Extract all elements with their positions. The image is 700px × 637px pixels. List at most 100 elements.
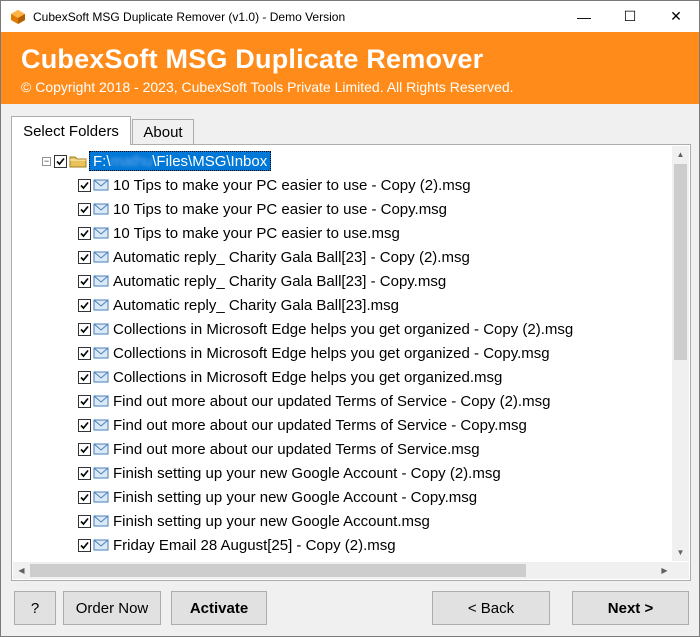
activate-button[interactable]: Activate: [171, 591, 267, 625]
scroll-up-icon[interactable]: ▲: [672, 146, 689, 163]
msg-file-item[interactable]: Finish setting up your new Google Accoun…: [78, 462, 501, 484]
collapse-toggle[interactable]: −: [42, 156, 51, 166]
msg-file-item[interactable]: Find out more about our updated Terms of…: [78, 438, 480, 460]
mail-icon: [93, 299, 109, 311]
root-checkbox[interactable]: [54, 154, 67, 168]
mail-icon: [93, 419, 109, 431]
item-label: Find out more about our updated Terms of…: [113, 392, 551, 410]
minimize-button[interactable]: —: [561, 1, 607, 32]
mail-icon: [93, 275, 109, 287]
item-checkbox[interactable]: [78, 394, 91, 408]
msg-file-item[interactable]: 10 Tips to make your PC easier to use.ms…: [78, 222, 400, 244]
mail-icon: [93, 515, 109, 527]
item-checkbox[interactable]: [78, 442, 91, 456]
msg-file-item[interactable]: Finish setting up your new Google Accoun…: [78, 486, 477, 508]
msg-file-item[interactable]: Find out more about our updated Terms of…: [78, 390, 550, 412]
mail-icon: [93, 323, 109, 335]
scroll-down-icon[interactable]: ▼: [672, 544, 689, 561]
item-checkbox[interactable]: [78, 418, 91, 432]
msg-file-item[interactable]: Friday Email 28 August[25] - Copy (2).ms…: [78, 534, 396, 556]
item-checkbox[interactable]: [78, 298, 91, 312]
item-label: Find out more about our updated Terms of…: [113, 416, 527, 434]
window-controls: — ☐ ✕: [561, 1, 699, 32]
item-label: Automatic reply_ Charity Gala Ball[23].m…: [113, 296, 399, 314]
msg-file-item[interactable]: Collections in Microsoft Edge helps you …: [78, 342, 550, 364]
item-checkbox[interactable]: [78, 322, 91, 336]
item-label: Finish setting up your new Google Accoun…: [113, 512, 430, 530]
mail-icon: [93, 395, 109, 407]
item-label: Collections in Microsoft Edge helps you …: [113, 344, 550, 362]
title-bar[interactable]: CubexSoft MSG Duplicate Remover (v1.0) -…: [1, 1, 699, 32]
maximize-button[interactable]: ☐: [607, 1, 653, 32]
item-checkbox[interactable]: [78, 514, 91, 528]
back-button[interactable]: < Back: [432, 591, 550, 625]
mail-icon: [93, 371, 109, 383]
item-checkbox[interactable]: [78, 370, 91, 384]
horizontal-scrollbar[interactable]: ◀ ▶: [13, 562, 673, 579]
mail-icon: [93, 347, 109, 359]
msg-file-item[interactable]: Automatic reply_ Charity Gala Ball[23].m…: [78, 294, 399, 316]
close-button[interactable]: ✕: [653, 1, 699, 32]
copyright-text: © Copyright 2018 - 2023, CubexSoft Tools…: [21, 79, 514, 95]
item-label: 10 Tips to make your PC easier to use - …: [113, 176, 471, 194]
item-label: Finish setting up your new Google Accoun…: [113, 464, 501, 482]
root-drive: F:\: [93, 152, 111, 170]
item-label: Find out more about our updated Terms of…: [113, 440, 480, 458]
scroll-right-icon[interactable]: ▶: [656, 562, 673, 579]
item-label: Finish setting up your new Google Accoun…: [113, 488, 478, 506]
app-window: CubexSoft MSG Duplicate Remover (v1.0) -…: [0, 0, 700, 637]
scrollbar-corner: [672, 562, 689, 579]
msg-file-item[interactable]: Collections in Microsoft Edge helps you …: [78, 366, 502, 388]
mail-icon: [93, 227, 109, 239]
tab-about[interactable]: About: [132, 119, 194, 145]
scroll-left-icon[interactable]: ◀: [13, 562, 30, 579]
vertical-scrollbar[interactable]: ▲ ▼: [672, 146, 689, 561]
item-checkbox[interactable]: [78, 226, 91, 240]
mail-icon: [93, 467, 109, 479]
item-label: 10 Tips to make your PC easier to use - …: [113, 200, 448, 218]
msg-file-item[interactable]: Automatic reply_ Charity Gala Ball[23] -…: [78, 270, 446, 292]
item-label: Collections in Microsoft Edge helps you …: [113, 368, 503, 386]
item-label: 10 Tips to make your PC easier to use.ms…: [113, 224, 400, 242]
item-label: Automatic reply_ Charity Gala Ball[23] -…: [113, 272, 447, 290]
msg-file-item[interactable]: 10 Tips to make your PC easier to use - …: [78, 198, 447, 220]
msg-file-item[interactable]: 10 Tips to make your PC easier to use - …: [78, 174, 471, 196]
root-folder-label[interactable]: F:\ mathu \Files\MSG\Inbox: [89, 151, 272, 171]
vertical-scroll-thumb[interactable]: [674, 164, 687, 360]
tab-select-folders[interactable]: Select Folders: [11, 116, 131, 145]
mail-icon: [93, 539, 109, 551]
mail-icon: [93, 443, 109, 455]
mail-icon: [93, 251, 109, 263]
window-title: CubexSoft MSG Duplicate Remover (v1.0) -…: [33, 9, 346, 24]
order-now-button[interactable]: Order Now: [63, 591, 161, 625]
mail-icon: [93, 179, 109, 191]
item-checkbox[interactable]: [78, 178, 91, 192]
msg-file-item[interactable]: Automatic reply_ Charity Gala Ball[23] -…: [78, 246, 470, 268]
folder-tree[interactable]: − F:\ mathu \Files\MSG\Inbox 10 Tips to ma…: [16, 147, 668, 557]
item-checkbox[interactable]: [78, 346, 91, 360]
mail-icon: [93, 491, 109, 503]
root-path: \Files\MSG\Inbox: [152, 152, 268, 170]
item-label: Automatic reply_ Charity Gala Ball[23] -…: [113, 248, 470, 266]
msg-file-item[interactable]: Collections in Microsoft Edge helps you …: [78, 318, 573, 340]
select-folders-panel: − F:\ mathu \Files\MSG\Inbox 10 Tips to ma…: [11, 144, 691, 581]
app-logo-icon: [11, 9, 25, 24]
item-label: Collections in Microsoft Edge helps you …: [113, 320, 574, 338]
item-checkbox[interactable]: [78, 490, 91, 504]
root-hidden-segment: mathu: [110, 152, 153, 170]
item-label: Friday Email 28 August[25] - Copy (2).ms…: [113, 536, 396, 554]
header-banner: CubexSoft MSG Duplicate Remover © Copyri…: [1, 32, 699, 104]
msg-file-item[interactable]: Find out more about our updated Terms of…: [78, 414, 527, 436]
folder-icon: [69, 156, 87, 168]
next-button[interactable]: Next >: [572, 591, 689, 625]
item-checkbox[interactable]: [78, 466, 91, 480]
item-checkbox[interactable]: [78, 538, 91, 552]
tree-root[interactable]: − F:\ mathu \Files\MSG\Inbox: [42, 150, 272, 172]
item-checkbox[interactable]: [78, 274, 91, 288]
product-title: CubexSoft MSG Duplicate Remover: [21, 44, 484, 74]
msg-file-item[interactable]: Finish setting up your new Google Accoun…: [78, 510, 430, 532]
item-checkbox[interactable]: [78, 202, 91, 216]
horizontal-scroll-thumb[interactable]: [30, 564, 526, 577]
help-button[interactable]: ?: [14, 591, 56, 625]
item-checkbox[interactable]: [78, 250, 91, 264]
